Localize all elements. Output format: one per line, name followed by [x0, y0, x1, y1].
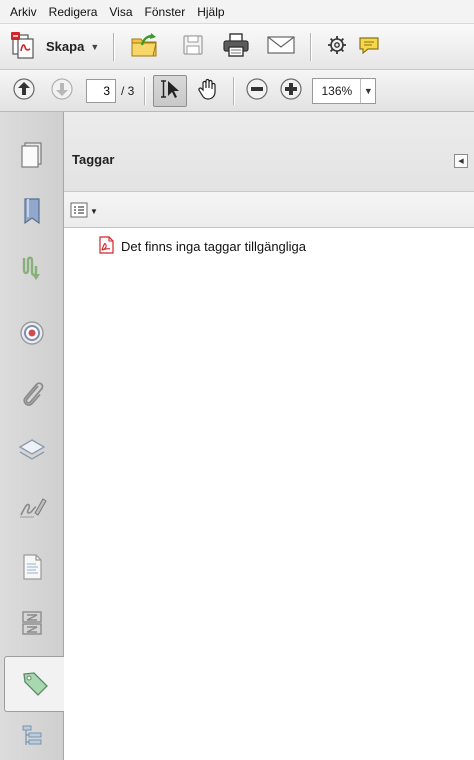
hand-icon — [196, 77, 220, 104]
rail-signatures[interactable] — [0, 242, 64, 298]
menu-redigera[interactable]: Redigera — [43, 0, 104, 24]
zoom-in-button[interactable] — [278, 77, 304, 104]
chevron-down-icon[interactable]: ▼ — [361, 86, 375, 96]
layers-icon — [17, 436, 47, 469]
select-tool-button[interactable] — [153, 74, 188, 107]
attachments-icon — [18, 380, 46, 413]
select-cursor-icon — [158, 78, 182, 103]
print-icon — [222, 32, 250, 61]
rail-order[interactable] — [0, 710, 64, 760]
layers-target-icon — [18, 319, 46, 350]
bookmarks-icon — [18, 196, 46, 229]
rail-model-tree[interactable] — [0, 596, 64, 652]
page-number-input[interactable] — [86, 78, 116, 103]
menu-hjalp[interactable]: Hjälp — [191, 0, 230, 24]
save-icon — [182, 34, 204, 59]
rail-content[interactable] — [0, 540, 64, 596]
empty-tags-message: Det finns inga taggar tillgängliga — [121, 239, 307, 254]
tags-panel: Taggar ◀ ▼ Det finns inga taggar tillgän… — [64, 112, 474, 760]
plus-circle-icon — [279, 77, 303, 104]
navigation-pane-rail — [0, 112, 65, 760]
rail-sign[interactable] — [0, 480, 64, 536]
collapse-panel-button[interactable]: ◀ — [454, 154, 468, 168]
page-total: / 3 — [121, 83, 135, 98]
create-label: Skapa — [46, 39, 85, 54]
model-tree-icon — [18, 608, 46, 641]
open-button[interactable] — [128, 31, 162, 62]
chevron-down-icon: ▼ — [90, 207, 98, 216]
rail-tags[interactable] — [4, 656, 65, 712]
minus-circle-icon — [245, 77, 269, 104]
settings-button[interactable] — [323, 34, 351, 59]
save-button[interactable] — [178, 34, 208, 59]
tags-tree: Det finns inga taggar tillgängliga — [64, 228, 474, 760]
pdf-document-icon — [98, 236, 114, 257]
hand-tool-button[interactable] — [193, 77, 223, 104]
email-icon — [266, 34, 296, 59]
rail-layers[interactable] — [0, 424, 64, 480]
toolbar-divider — [113, 32, 115, 61]
panel-header: Taggar ◀ — [64, 112, 474, 192]
open-folder-icon — [130, 31, 160, 62]
create-button[interactable]: Skapa ▼ — [10, 31, 99, 63]
signatures-icon — [18, 254, 46, 287]
chevron-down-icon: ▼ — [90, 41, 100, 52]
menu-arkiv[interactable]: Arkiv — [4, 0, 43, 24]
menu-fonster[interactable]: Fönster — [139, 0, 192, 24]
options-list-icon — [70, 202, 88, 221]
create-pdf-icon — [10, 31, 38, 62]
options-button[interactable]: ▼ — [70, 202, 98, 221]
panel-toolbar: ▼ — [64, 192, 474, 228]
rail-target[interactable] — [0, 306, 64, 362]
panel-title: Taggar — [72, 152, 115, 167]
main-toolbar: Skapa ▼ — [0, 24, 474, 70]
toolbar-divider — [144, 76, 146, 105]
menu-visa[interactable]: Visa — [103, 0, 138, 24]
tags-icon — [20, 668, 50, 701]
content-icon — [19, 552, 45, 585]
rail-page-thumbnails[interactable] — [0, 128, 64, 184]
menu-bar: Arkiv Redigera Visa Fönster Hjälp — [0, 0, 474, 24]
rail-bookmarks[interactable] — [0, 184, 64, 240]
sign-icon — [17, 493, 47, 524]
arrow-up-circle-icon — [12, 77, 36, 104]
previous-page-button[interactable] — [10, 77, 38, 104]
toolbar-divider — [310, 32, 312, 61]
page-thumbnails-icon — [18, 140, 46, 173]
settings-icon — [326, 34, 348, 59]
comment-icon — [359, 34, 379, 59]
chevron-left-icon: ◀ — [458, 158, 464, 165]
print-button[interactable] — [220, 32, 252, 61]
arrow-down-circle-icon — [50, 77, 74, 104]
comment-button[interactable] — [359, 34, 379, 59]
rail-attachments[interactable] — [0, 368, 64, 424]
navigation-toolbar: / 3 — [0, 70, 474, 112]
zoom-value[interactable]: 136% — [313, 78, 362, 103]
toolbar-divider — [233, 76, 235, 105]
zoom-out-button[interactable] — [244, 77, 270, 104]
tree-item-no-tags[interactable]: Det finns inga taggar tillgängliga — [98, 236, 306, 257]
zoom-select[interactable]: 136% ▼ — [312, 77, 377, 104]
next-page-button[interactable] — [48, 77, 76, 104]
email-button[interactable] — [264, 34, 298, 59]
order-icon — [19, 723, 45, 754]
